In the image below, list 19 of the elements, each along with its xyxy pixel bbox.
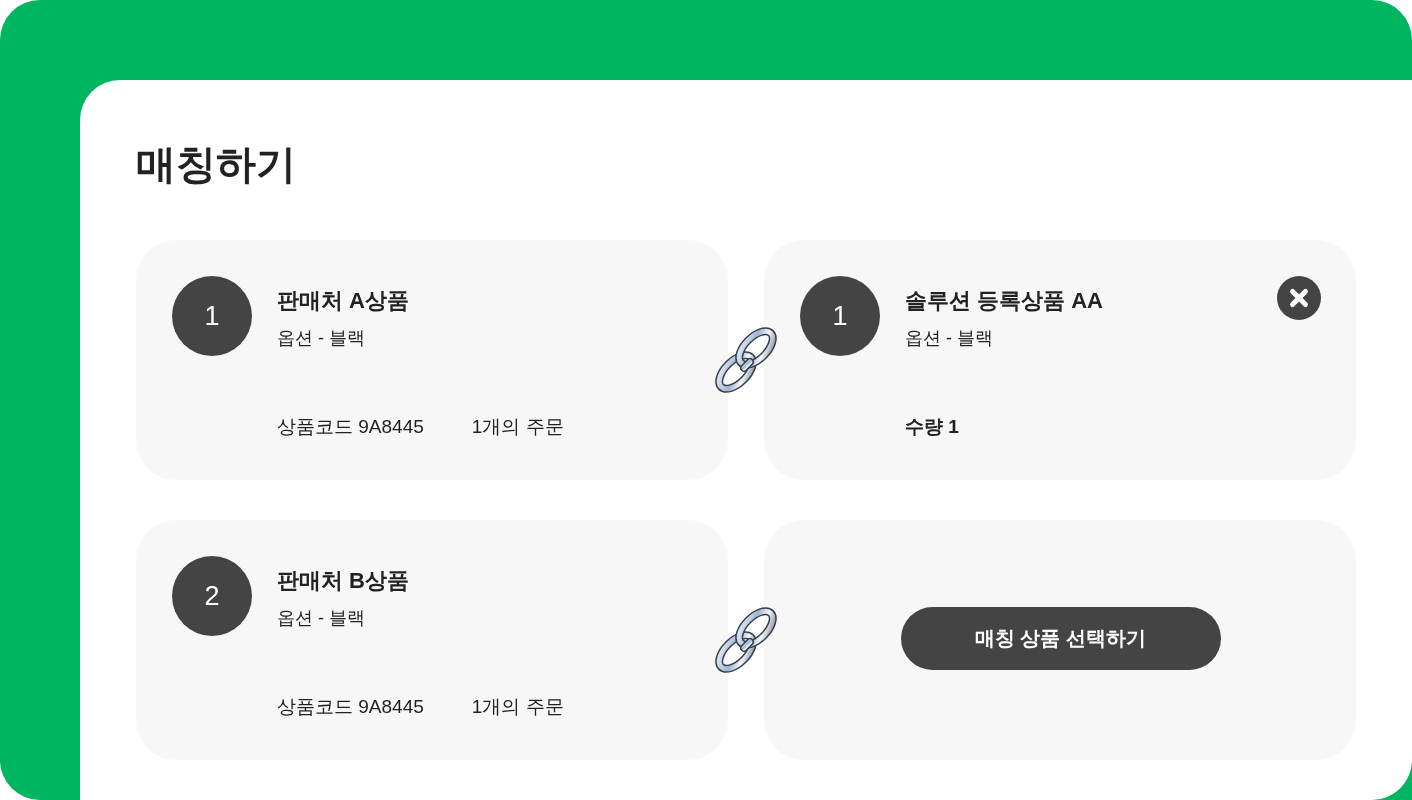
chain-link-icon	[712, 606, 780, 674]
number-badge: 1	[172, 276, 252, 356]
order-count: 1개의 주문	[471, 415, 564, 439]
option-text: 옵션 - 블랙	[905, 327, 994, 350]
number-badge: 1	[800, 276, 880, 356]
chain-link-icon	[712, 326, 780, 394]
product-code: 상품코드 9A8445	[277, 415, 424, 439]
option-text: 옵션 - 블랙	[277, 607, 366, 630]
close-icon[interactable]	[1277, 276, 1321, 320]
select-button[interactable]: 매칭 상품 선택하기	[900, 606, 1221, 670]
product-code: 상품코드 9A8445	[277, 695, 424, 719]
option-text: 옵션 - 블랙	[277, 327, 366, 350]
page-title: 매칭하기	[136, 141, 296, 188]
product-name: 판매처 A상품	[277, 287, 410, 315]
product-name: 솔루션 등록상품 AA	[905, 287, 1104, 315]
product-name: 판매처 B상품	[277, 567, 410, 595]
quantity-text: 수량 1	[905, 415, 959, 439]
number-badge: 2	[172, 556, 252, 636]
order-count: 1개의 주문	[471, 695, 564, 719]
